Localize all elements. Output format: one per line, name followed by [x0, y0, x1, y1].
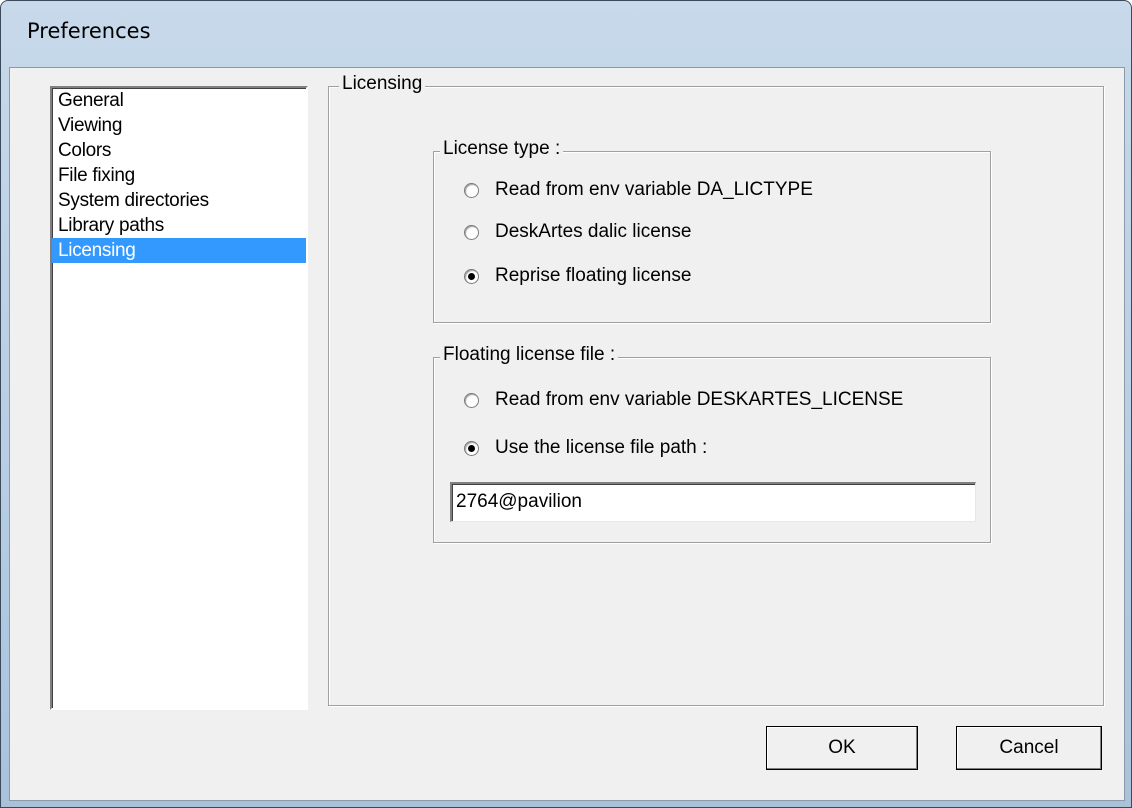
radio-env-lictype[interactable]: Read from env variable DA_LICTYPE [464, 176, 813, 204]
preferences-window: Preferences General Viewing Colors File … [0, 0, 1132, 808]
radio-button[interactable] [464, 182, 479, 198]
radio-reprise-floating[interactable]: Reprise floating license [464, 262, 691, 290]
category-list[interactable]: General Viewing Colors File fixing Syste… [50, 86, 308, 710]
license-type-label: License type : [440, 138, 564, 160]
radio-env-deskartes[interactable]: Read from env variable DESKARTES_LICENSE [464, 386, 903, 414]
licensing-group-title: Licensing [339, 73, 426, 95]
licensing-group: Licensing License type : Read from env v… [328, 73, 1104, 706]
title-bar[interactable]: Preferences [1, 1, 1131, 67]
license-type-group: License type : Read from env variable DA… [433, 138, 991, 323]
list-item-library-paths[interactable]: Library paths [52, 213, 306, 238]
dialog-client-area: General Viewing Colors File fixing Syste… [9, 67, 1125, 801]
cancel-button[interactable]: Cancel [956, 726, 1102, 770]
window-title: Preferences [27, 19, 151, 43]
radio-label: Read from env variable DA_LICTYPE [495, 179, 813, 200]
list-item-system-directories[interactable]: System directories [52, 188, 306, 213]
list-item-general[interactable]: General [52, 88, 306, 113]
license-path-input[interactable]: 2764@pavilion [450, 482, 976, 522]
floating-license-label: Floating license file : [440, 344, 619, 366]
radio-label: Use the license file path : [495, 437, 708, 458]
list-item-colors[interactable]: Colors [52, 138, 306, 163]
list-item-viewing[interactable]: Viewing [52, 113, 306, 138]
radio-license-file-path[interactable]: Use the license file path : [464, 434, 707, 462]
radio-button[interactable] [464, 440, 479, 456]
radio-label: DeskArtes dalic license [495, 221, 692, 242]
radio-dalic-license[interactable]: DeskArtes dalic license [464, 218, 691, 246]
radio-button[interactable] [464, 268, 479, 284]
radio-button[interactable] [464, 392, 479, 408]
ok-button[interactable]: OK [766, 726, 918, 770]
floating-license-group: Floating license file : Read from env va… [433, 344, 991, 543]
radio-label: Reprise floating license [495, 265, 692, 286]
radio-label: Read from env variable DESKARTES_LICENSE [495, 389, 904, 410]
list-item-file-fixing[interactable]: File fixing [52, 163, 306, 188]
radio-button[interactable] [464, 224, 479, 240]
list-item-licensing[interactable]: Licensing [52, 238, 306, 263]
